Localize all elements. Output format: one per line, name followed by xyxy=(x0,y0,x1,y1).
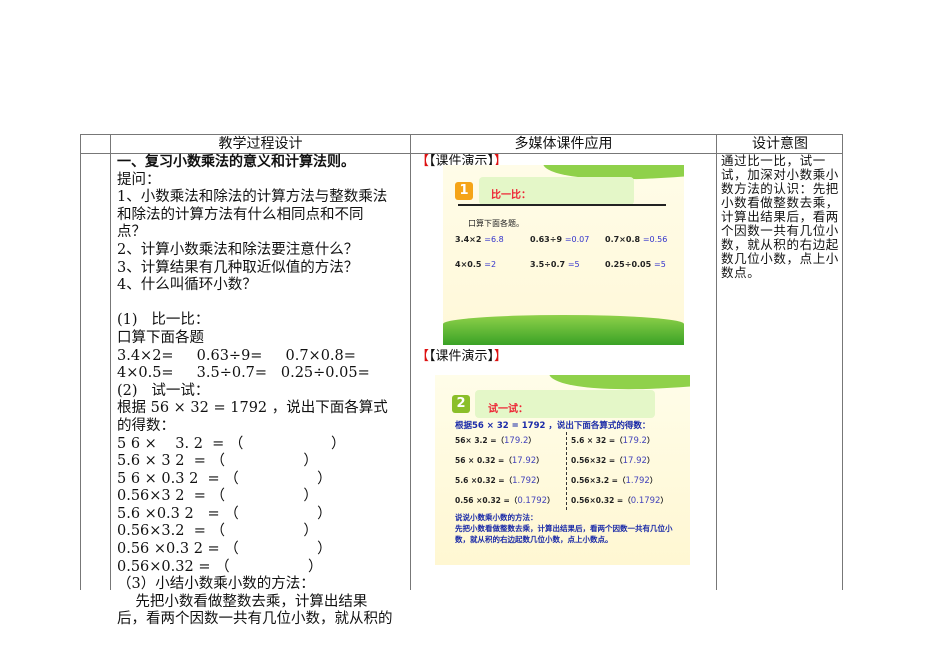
answer: =2 xyxy=(484,260,497,269)
equation: 0.25÷0.05 xyxy=(605,260,652,269)
divider xyxy=(716,135,717,590)
equation-row: 0.56×0.32 =（0.1792） xyxy=(571,495,668,506)
divider xyxy=(458,204,666,206)
method-title: 说说小数乘小数的方法： xyxy=(455,513,538,522)
content-line: 5 6 × 0.3 2 = （ ） xyxy=(117,470,332,487)
content-line: (1) 比一比： xyxy=(117,312,210,329)
equation: 0.56×0.32 =（ xyxy=(571,496,631,505)
content-line: 先把小数看做整数去乘，计算出结果 xyxy=(117,593,368,610)
equation: 0.63÷9 xyxy=(530,235,563,244)
content-line: 口算下面各题 xyxy=(117,329,204,346)
answer: 17.92 xyxy=(511,456,537,466)
answer: =5 xyxy=(567,260,580,269)
content-line: 0.56 ×0.3 2 = （ ） xyxy=(117,541,332,558)
equation: 0.56 ×0.32 =（ xyxy=(455,496,518,505)
courseware-label: 【课件演示】 xyxy=(429,349,495,364)
header-process: 教学过程设计 xyxy=(218,136,303,152)
equation: 5.6 ×0.32 =（ xyxy=(455,476,513,485)
slide-number: 1 xyxy=(455,182,473,200)
grass-decor xyxy=(443,315,684,345)
content-line: 4×0.5= 3.5÷0.7= 0.25÷0.05= xyxy=(117,365,370,382)
content-line xyxy=(117,295,407,313)
bracket: ） xyxy=(536,476,544,485)
method-text: 先把小数看做整数去乘，计算出结果后，看两个因数一共有几位小数，就从积的右边起数几… xyxy=(455,524,673,544)
oral-equation: 0.25÷0.05 =5 xyxy=(605,260,666,269)
bracket: ） xyxy=(528,436,536,445)
content-line: 5 6 × 3. 2 = （ ） xyxy=(117,435,346,452)
answer: 1.792 xyxy=(512,476,537,486)
answer: =6.8 xyxy=(484,235,504,244)
slide-title: 试一试： xyxy=(488,404,528,415)
bracket: ） xyxy=(547,496,555,505)
courseware-tag-2: 【【课件演示】】 xyxy=(416,349,508,364)
equation-row: 5.6 ×0.32 =（1.792） xyxy=(455,475,544,486)
equation: 4×0.5 xyxy=(455,260,482,269)
answer: =0.56 xyxy=(642,235,668,244)
content-line: 提问： xyxy=(117,171,161,188)
oral-equation: 0.63÷9 =0.07 xyxy=(530,235,589,244)
divider xyxy=(566,432,567,510)
bracket: ） xyxy=(649,476,658,485)
equation: 3.4×2 xyxy=(455,235,482,244)
content-line: 1、小数乘法和除法的计算方法与整数乘法 xyxy=(117,189,388,206)
bracket: ） xyxy=(646,436,655,445)
equation: 56 × 0.32 =（ xyxy=(455,456,512,465)
content-line: 0.56×3.2 = （ ） xyxy=(117,523,318,540)
content-line: (2) 试一试： xyxy=(117,382,210,399)
slide-prompt: 根据56 × 32 = 1792 ，说出下面各算式的得数： xyxy=(455,421,651,431)
oral-equation: 0.7×0.8 =0.56 xyxy=(605,235,667,244)
equation: 3.5÷0.7 xyxy=(530,260,566,269)
content-line: 3.4×2= 0.63÷9= 0.7×0.8= xyxy=(117,347,356,364)
content-line: 2、计算小数乘法和除法要注意什么？ xyxy=(117,241,359,258)
slide-subtitle: 口算下面各题。 xyxy=(468,219,524,228)
slide-number: 2 xyxy=(452,395,470,413)
divider xyxy=(410,135,411,590)
answer: 0.1792 xyxy=(630,496,661,506)
content-line: 和除法的计算方法有什么相同点和不同 xyxy=(117,206,364,223)
answer: 17.92 xyxy=(622,456,647,466)
answer: 1.792 xyxy=(625,476,650,486)
content-line: 4、什么叫循环小数？ xyxy=(117,277,257,294)
content-line: 点？ xyxy=(117,224,146,241)
answer: 0.1792 xyxy=(517,496,548,506)
oral-equation: 4×0.5 =2 xyxy=(455,260,496,269)
content-line: 0.56×0.32 = （ ） xyxy=(117,558,323,575)
content-line: 5.6 × 3 2 = （ ） xyxy=(117,453,318,470)
content-line: 3、计算结果有几种取近似值的方法？ xyxy=(117,259,359,276)
equation-row: 0.56 ×0.32 =（0.1792） xyxy=(455,495,555,506)
oral-equation: 3.4×2 =6.8 xyxy=(455,235,504,244)
slide-title: 比一比： xyxy=(491,190,531,201)
answer: =0.07 xyxy=(564,235,590,244)
equation-row: 56× 3.2 =（179.2） xyxy=(455,435,536,446)
equation-row: 56 × 0.32 =（17.92） xyxy=(455,455,544,466)
bracket: ） xyxy=(660,496,668,505)
content-line: （3）小结小数乘小数的方法： xyxy=(117,576,315,593)
answer: 179.2 xyxy=(504,436,529,446)
oral-equation: 3.5÷0.7 =5 xyxy=(530,260,580,269)
equation: 0.56×32 =（ xyxy=(571,456,623,465)
content-line: 5.6 ×0.3 2 = （ ） xyxy=(117,505,332,522)
content-line: 0.56×3 2 = （ ） xyxy=(117,488,318,505)
bracket: ） xyxy=(646,456,655,465)
equation: 56× 3.2 =（ xyxy=(455,436,505,445)
equation: 0.7×0.8 xyxy=(605,235,641,244)
equation-row: 0.56×3.2 =（1.792） xyxy=(571,475,657,486)
intent-text: 通过比一比，试一试，加深对小数乘小数方法的认识：先把小数看做整数去乘，计算出结果… xyxy=(721,153,839,280)
answer: =5 xyxy=(653,260,666,269)
equation-row: 5.6 × 32 =（179.2） xyxy=(571,435,654,446)
content-line: 的得数： xyxy=(117,417,175,434)
content-line: 根据 56 × 32 = 1792 ，说出下面各算式 xyxy=(117,400,388,417)
slide-try: 2 试一试： 根据56 × 32 = 1792 ，说出下面各算式的得数： 56×… xyxy=(435,375,690,565)
equation: 0.56×3.2 =（ xyxy=(571,476,626,485)
content-line: 一、复习小数乘法的意义和计算法则。 xyxy=(117,154,355,170)
bracket: ） xyxy=(536,456,544,465)
content-line: 后，看两个因数一共有几位小数，就从积的 xyxy=(117,611,393,628)
equation-row: 0.56×32 =（17.92） xyxy=(571,455,654,466)
answer: 179.2 xyxy=(622,436,647,446)
divider xyxy=(110,135,111,590)
equation: 5.6 × 32 =（ xyxy=(571,436,623,445)
process-content: 一、复习小数乘法的意义和计算法则。 提问： 1、小数乘法和除法的计算方法与整数乘法和… xyxy=(117,154,407,629)
slide-compare: 1 比一比： 口算下面各题。 3.4×2 =6.8 0.63÷9 =0.07 0.7… xyxy=(443,165,684,345)
header-intent: 设计意图 xyxy=(752,136,808,152)
